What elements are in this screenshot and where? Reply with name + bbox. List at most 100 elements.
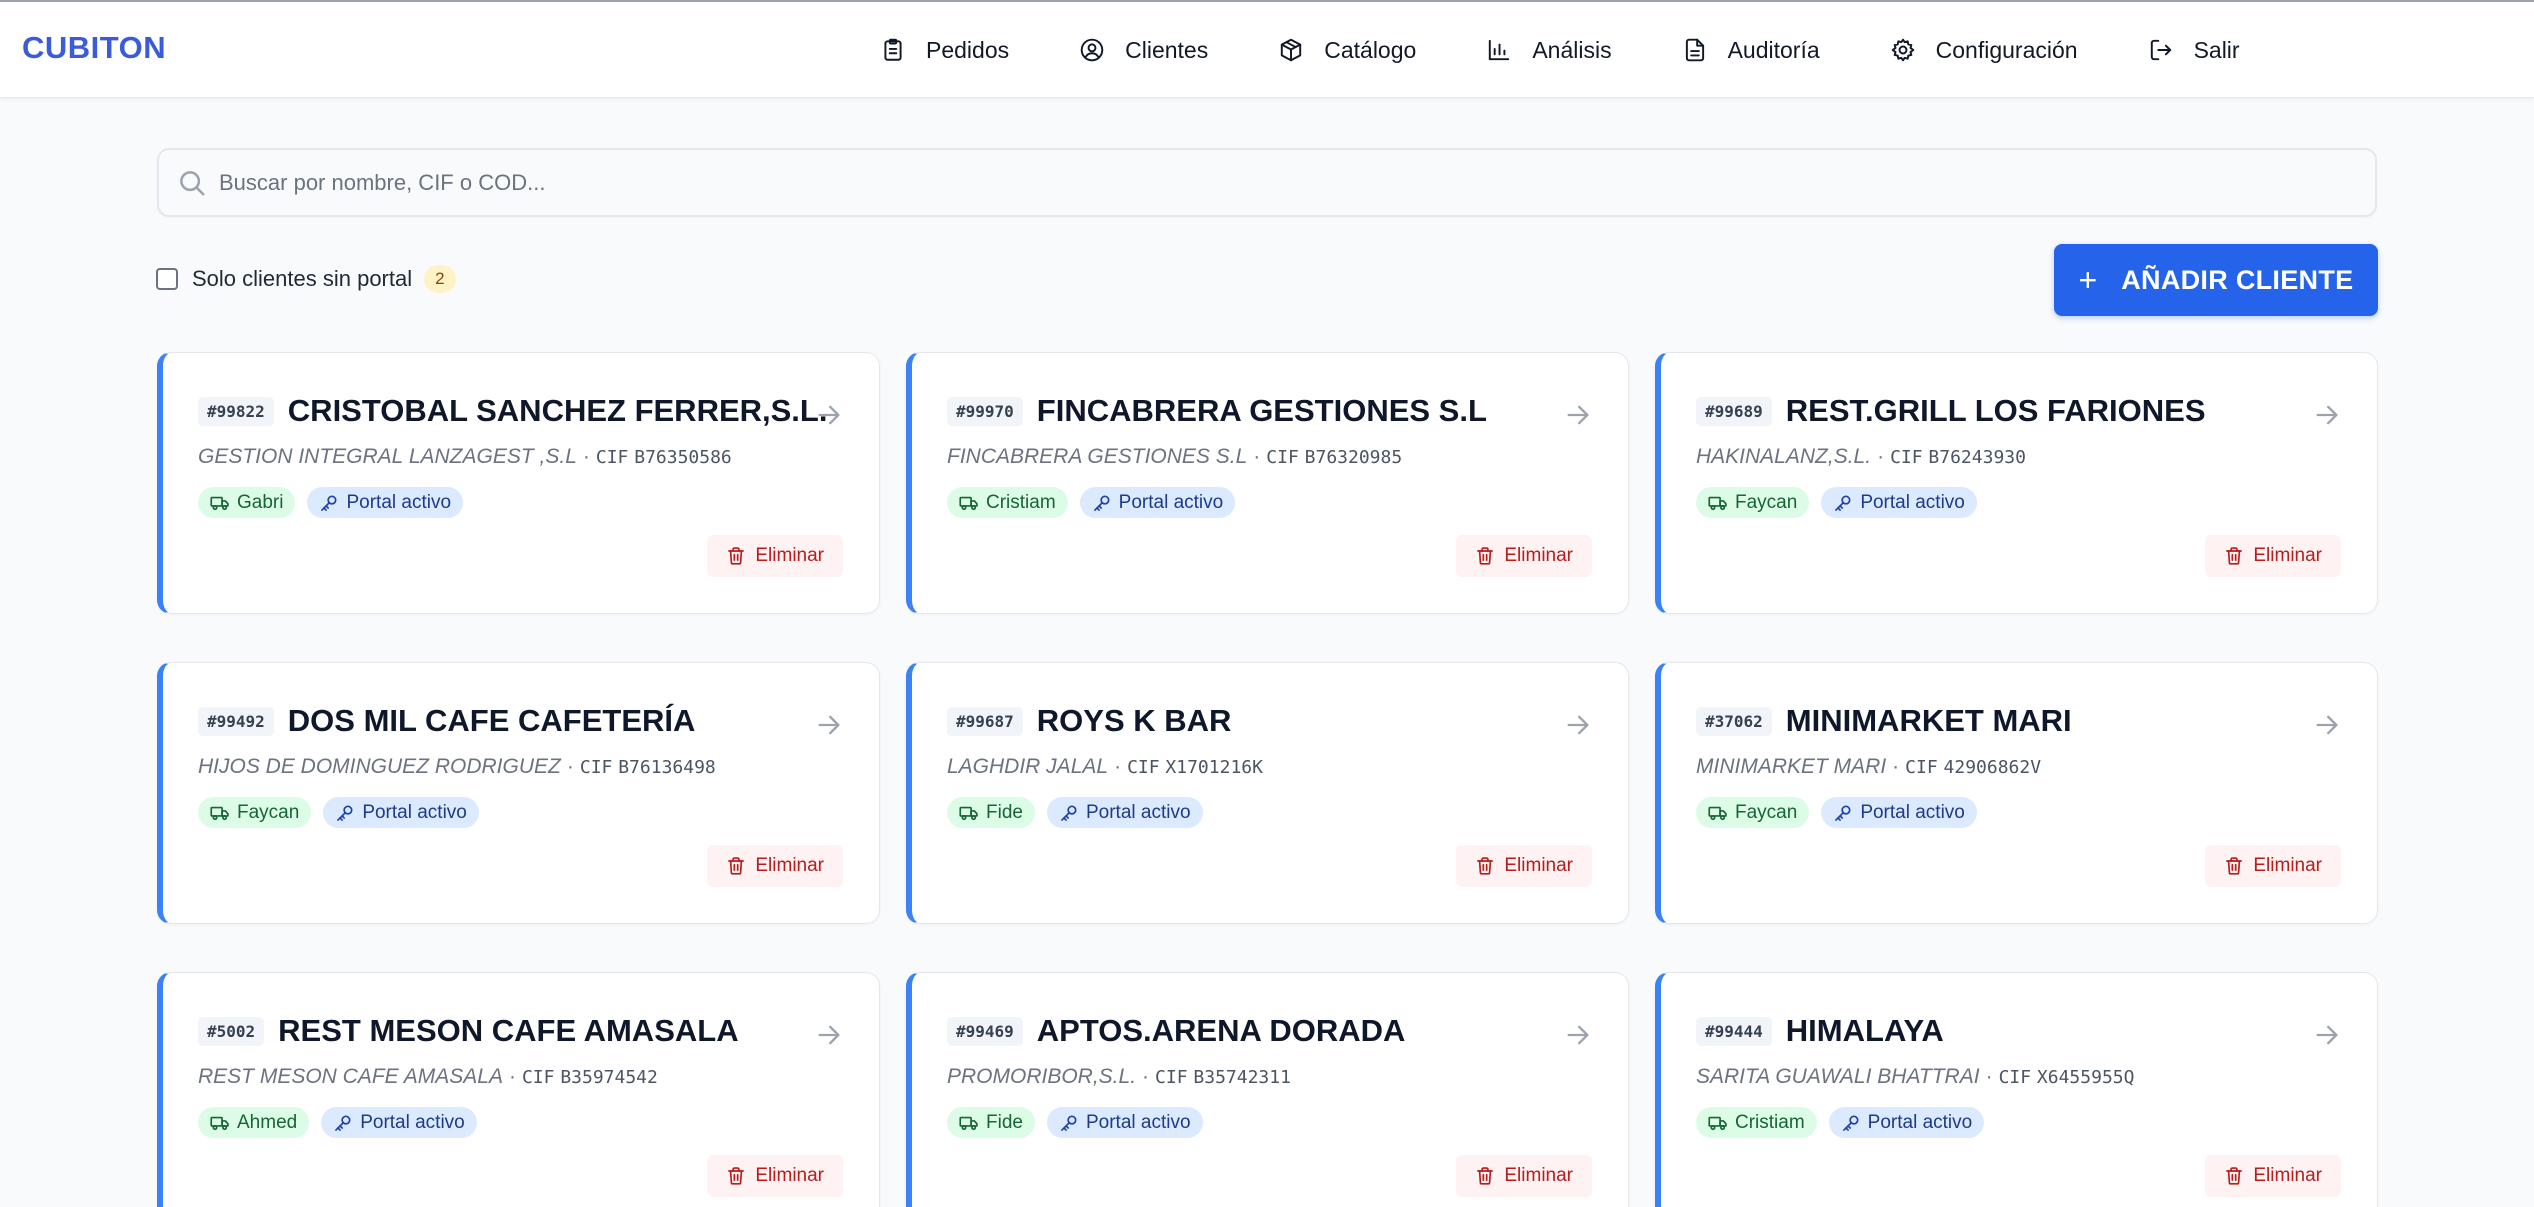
nav-item-catalogo[interactable]: Catálogo xyxy=(1278,28,1416,72)
trash-icon xyxy=(728,547,745,565)
client-cif: X1701216K xyxy=(1165,757,1263,778)
truck-icon xyxy=(1708,806,1727,820)
client-name[interactable]: MINIMARKET MARI xyxy=(1786,703,2072,739)
portal-status-label: Portal activo xyxy=(1867,1111,1973,1133)
client-name[interactable]: HIMALAYA xyxy=(1786,1013,1944,1049)
arrow-right-icon[interactable] xyxy=(2313,1021,2341,1049)
client-cif: B76350586 xyxy=(634,447,732,468)
client-details: HIJOS DE DOMINGUEZ RODRIGUEZ · CIF B761364… xyxy=(198,755,716,779)
nav-item-configuracion[interactable]: Configuración xyxy=(1890,28,2078,72)
delete-client-button[interactable]: Eliminar xyxy=(2205,1155,2341,1197)
client-company: SARITA GUAWALI BHATTRAI xyxy=(1696,1065,1980,1088)
client-name[interactable]: APTOS.ARENA DORADA xyxy=(1037,1013,1406,1049)
no-portal-count-badge: 2 xyxy=(424,265,456,293)
client-card[interactable]: #99492 DOS MIL CAFE CAFETERÍA HIJOS DE D… xyxy=(157,662,880,924)
client-details: FINCABRERA GESTIONES S.L · CIF B76320985 xyxy=(947,445,1402,469)
delete-client-button[interactable]: Eliminar xyxy=(707,845,843,887)
no-portal-filter-label[interactable]: Solo clientes sin portal xyxy=(192,266,412,292)
client-card[interactable]: #99444 HIMALAYA SARITA GUAWALI BHATTRAI ·… xyxy=(1655,972,2378,1207)
document-icon xyxy=(1685,38,1704,62)
arrow-right-icon[interactable] xyxy=(2313,401,2341,429)
user-circle-icon xyxy=(1080,38,1104,62)
plus-icon: + xyxy=(2078,262,2098,298)
client-card[interactable]: #37062 MINIMARKET MARI MINIMARKET MARI · C… xyxy=(1655,662,2378,924)
search-input[interactable] xyxy=(219,150,2359,215)
arrow-right-icon[interactable] xyxy=(1564,401,1592,429)
nav-label: Catálogo xyxy=(1324,36,1417,63)
client-details: MINIMARKET MARI · CIF 42906862V xyxy=(1696,755,2041,779)
client-card[interactable]: #5002 REST MESON CAFE AMASALA REST MESON… xyxy=(157,972,880,1207)
driver-name: Faycan xyxy=(237,801,300,823)
client-card-header: #99444 HIMALAYA xyxy=(1696,1013,2346,1049)
client-name[interactable]: FINCABRERA GESTIONES S.L xyxy=(1037,393,1487,429)
delete-label: Eliminar xyxy=(2253,545,2322,566)
nav-item-analisis[interactable]: Análisis xyxy=(1486,28,1612,72)
delete-client-button[interactable]: Eliminar xyxy=(2205,845,2341,887)
driver-badge: Fide xyxy=(947,797,1035,828)
delete-label: Eliminar xyxy=(755,1165,824,1186)
delete-client-button[interactable]: Eliminar xyxy=(1456,845,1592,887)
client-card-header: #99492 DOS MIL CAFE CAFETERÍA xyxy=(198,703,848,739)
client-card[interactable]: #99469 APTOS.ARENA DORADA PROMORIBOR,S.L… xyxy=(906,972,1629,1207)
arrow-right-icon[interactable] xyxy=(815,1021,843,1049)
driver-name: Faycan xyxy=(1735,801,1798,823)
client-name[interactable]: ROYS K BAR xyxy=(1037,703,1232,739)
truck-icon xyxy=(1708,496,1727,510)
client-card[interactable]: #99970 FINCABRERA GESTIONES S.L FINCABRE… xyxy=(906,352,1629,614)
client-company: LAGHDIR JALAL xyxy=(947,755,1109,778)
delete-client-button[interactable]: Eliminar xyxy=(707,1155,843,1197)
delete-client-button[interactable]: Eliminar xyxy=(1456,1155,1592,1197)
separator-dot: · xyxy=(1142,1065,1150,1088)
truck-icon xyxy=(210,496,229,510)
app-logo[interactable]: CUBITON xyxy=(22,30,166,66)
truck-icon xyxy=(959,806,978,820)
client-name[interactable]: DOS MIL CAFE CAFETERÍA xyxy=(288,703,696,739)
delete-label: Eliminar xyxy=(2253,1165,2322,1186)
portal-status-badge: Portal activo xyxy=(323,797,479,828)
delete-client-button[interactable]: Eliminar xyxy=(1456,535,1592,577)
client-cif: B76243930 xyxy=(1928,447,2026,468)
portal-status-badge: Portal activo xyxy=(1828,1107,1985,1138)
client-card[interactable]: #99687 ROYS K BAR LAGHDIR JALAL · CIF X170… xyxy=(906,662,1629,924)
delete-client-button[interactable]: Eliminar xyxy=(2205,535,2341,577)
nav-label: Salir xyxy=(2193,36,2240,63)
trash-icon xyxy=(1477,857,1494,875)
client-details: LAGHDIR JALAL · CIF X1701216K xyxy=(947,755,1263,779)
key-icon xyxy=(335,1115,351,1131)
separator-dot: · xyxy=(1877,445,1885,468)
driver-name: Ahmed xyxy=(237,1111,298,1133)
driver-badge: Gabri xyxy=(198,487,296,518)
portal-status-label: Portal activo xyxy=(360,1111,465,1133)
no-portal-checkbox[interactable] xyxy=(156,268,178,290)
nav-item-pedidos[interactable]: Pedidos xyxy=(880,28,1009,72)
client-name[interactable]: REST MESON CAFE AMASALA xyxy=(278,1013,738,1049)
bar-chart-icon xyxy=(1489,39,1510,61)
add-client-button[interactable]: + AÑADIR CLIENTE xyxy=(2054,244,2378,316)
arrow-right-icon[interactable] xyxy=(2313,711,2341,739)
arrow-right-icon[interactable] xyxy=(1564,711,1592,739)
driver-badge: Cristiam xyxy=(947,487,1068,518)
separator-dot: · xyxy=(1892,755,1900,778)
nav-item-salir[interactable]: Salir xyxy=(2148,28,2240,72)
client-card[interactable]: #99822 CRISTOBAL SANCHEZ FERRER,S.L. GES… xyxy=(157,352,880,614)
delete-client-button[interactable]: Eliminar xyxy=(707,535,843,577)
separator-dot: · xyxy=(566,755,574,778)
portal-status-badge: Portal activo xyxy=(321,1107,477,1138)
arrow-right-icon[interactable] xyxy=(1564,1021,1592,1049)
client-details: HAKINALANZ,S.L. · CIF B76243930 xyxy=(1696,445,2026,469)
client-name[interactable]: CRISTOBAL SANCHEZ FERRER,S.L. xyxy=(288,393,828,429)
client-code: #99492 xyxy=(198,706,274,736)
client-company: MINIMARKET MARI xyxy=(1696,755,1887,778)
client-cif: X6455955Q xyxy=(2036,1067,2135,1088)
nav-item-auditoria[interactable]: Auditoría xyxy=(1682,28,1820,72)
portal-status-badge: Portal activo xyxy=(1046,1107,1203,1138)
client-name[interactable]: REST.GRILL LOS FARIONES xyxy=(1786,393,2206,429)
arrow-right-icon[interactable] xyxy=(815,711,843,739)
client-company: HIJOS DE DOMINGUEZ RODRIGUEZ xyxy=(198,755,561,778)
arrow-right-icon[interactable] xyxy=(815,401,843,429)
nav-item-clientes[interactable]: Clientes xyxy=(1079,28,1208,72)
client-code: #99444 xyxy=(1696,1016,1772,1046)
separator-dot: · xyxy=(1253,445,1261,468)
client-card[interactable]: #99689 REST.GRILL LOS FARIONES HAKINALAN… xyxy=(1655,352,2378,614)
key-icon xyxy=(1093,495,1110,511)
